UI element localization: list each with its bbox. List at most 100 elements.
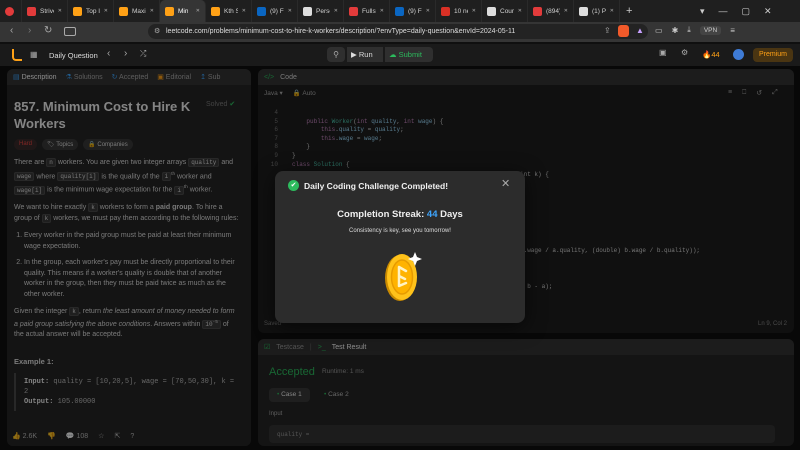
tab-favicon-icon [579,6,588,16]
browser-tab[interactable]: (894) Sc ✕ [528,0,574,22]
close-tab-icon[interactable]: ✕ [610,8,614,14]
tab-favicon-icon [27,6,36,16]
url-text: leetcode.com/problems/minimum-cost-to-hi… [166,28,516,35]
browser-tab[interactable] [0,0,22,22]
browser-tab[interactable]: (1) Prat ✕ [574,0,620,22]
tab-title: (894) Sc [546,7,560,15]
home-icon[interactable] [64,27,76,36]
layout-icon[interactable]: ▣ [659,48,667,57]
close-tab-icon[interactable]: ✕ [472,8,476,14]
address-bar[interactable]: ⚙ leetcode.com/problems/minimum-cost-to-… [148,24,648,39]
leetcode-logo-icon[interactable] [12,49,22,61]
share-icon[interactable]: ⇪ [604,26,611,35]
tab-favicon-icon [303,6,312,16]
browser-tab[interactable]: Top Intervi ✕ [68,0,114,22]
vpn-button[interactable]: VPN [699,25,722,35]
tab-title: Fullstack [362,7,376,15]
close-tab-icon[interactable]: ✕ [150,8,154,14]
browser-tab[interactable]: Maximum ✕ [114,0,160,22]
extensions-icon[interactable]: ✱ [672,26,679,35]
avatar[interactable] [733,49,744,60]
tab-favicon-icon [441,6,450,16]
tab-title: Course [500,7,514,15]
tab-title: (1) Prat [592,7,606,15]
settings-icon[interactable]: ⚙ [681,48,688,57]
minimize-icon[interactable]: — [719,6,728,16]
leetcode-header: ▦ Daily Question ‹ › ⤮ ⚲ ▶ Run ☁ Submit … [0,44,800,66]
premium-label: Premium [759,51,788,58]
maximize-icon[interactable]: ▢ [742,6,751,17]
run-label: Run [358,50,373,59]
tab-favicon-icon [165,6,174,16]
prev-problem-icon[interactable]: ‹ [107,48,110,59]
tab-favicon-icon [533,6,542,16]
browser-tab[interactable]: Fullstack ✕ [344,0,390,22]
next-problem-icon[interactable]: › [124,48,127,59]
tab-title: Maximum [132,7,146,15]
modal-title: Daily Coding Challenge Completed! [304,181,449,191]
tab-title: Strivers A [40,7,54,15]
tab-title: Min [178,7,189,15]
browser-tab[interactable]: Strivers A ✕ [22,0,68,22]
submit-label: Submit [398,50,422,59]
browser-tab[interactable]: 10 new ✕ [436,0,482,22]
close-window-icon[interactable]: ✕ [764,6,772,17]
close-tab-icon[interactable]: ✕ [288,8,292,14]
close-tab-icon[interactable]: ✕ [426,8,430,14]
streak-value: 44 [426,209,438,220]
tab-favicon-icon [487,6,496,16]
brave-shield-icon[interactable] [618,25,629,37]
tab-favicon-icon [119,6,128,16]
close-tab-icon[interactable]: ✕ [242,8,246,14]
submit-button[interactable]: ☁ Submit [385,47,433,62]
browser-tab[interactable]: Course ✕ [482,0,528,22]
menu-icon[interactable]: ≡ [730,26,735,35]
close-tab-icon[interactable]: ✕ [518,8,522,14]
forward-icon[interactable]: › [28,25,31,36]
close-tab-icon[interactable]: ✕ [564,8,568,14]
streak-count: 44 [711,50,720,59]
browser-tab[interactable]: (9) Feed ✕ [390,0,436,22]
success-check-icon: ✔ [288,180,299,191]
browser-tab[interactable]: Min ✕ [160,0,206,22]
tab-title: Personal [316,7,330,15]
close-tab-icon[interactable]: ✕ [104,8,108,14]
streak-counter[interactable]: 🔥44 [702,50,720,59]
vpn-label: VPN [703,26,718,34]
back-icon[interactable]: ‹ [10,25,13,36]
tab-favicon-icon [5,6,14,16]
close-tab-icon[interactable]: ✕ [334,8,338,14]
tab-search-icon[interactable]: ▾ [700,6,705,17]
problem-list-icon[interactable]: ▦ [30,50,38,59]
daily-question-label[interactable]: Daily Question [49,51,98,60]
shuffle-icon[interactable]: ⤮ [140,49,146,59]
browser-tab[interactable]: (9) Feed ✕ [252,0,298,22]
sidebar-icon[interactable]: ▭ [655,26,663,35]
close-icon[interactable]: ✕ [501,177,510,190]
site-info-icon[interactable]: ⚙ [154,27,160,35]
browser-tab[interactable]: Personal ✕ [298,0,344,22]
streak-unit: Days [440,209,463,220]
gold-coin-icon [385,252,422,301]
tab-favicon-icon [73,6,82,16]
tab-favicon-icon [211,6,220,16]
browser-tab[interactable]: Kth Small ✕ [206,0,252,22]
tab-title: (9) Feed [270,7,284,15]
tab-favicon-icon [395,6,404,16]
debug-button[interactable]: ⚲ [327,47,345,62]
brave-rewards-icon[interactable]: ▲ [636,26,644,35]
close-tab-icon[interactable]: ✕ [58,8,62,14]
tab-title: (9) Feed [408,7,422,15]
reload-icon[interactable]: ↻ [44,25,52,36]
modal-message: Consistency is key, see you tomorrow! [349,228,451,234]
tab-favicon-icon [257,6,266,16]
run-button[interactable]: ▶ Run [347,47,383,62]
close-tab-icon[interactable]: ✕ [196,8,200,14]
download-icon[interactable]: ⤓ [687,25,691,35]
premium-button[interactable]: Premium [753,48,794,62]
tab-title: Top Intervi [86,7,100,15]
new-tab-button[interactable]: + [620,5,638,17]
close-tab-icon[interactable]: ✕ [380,8,384,14]
completion-modal: ✔ Daily Coding Challenge Completed! ✕ Co… [275,171,525,323]
streak-line: Completion Streak: 44 Days [275,209,525,220]
